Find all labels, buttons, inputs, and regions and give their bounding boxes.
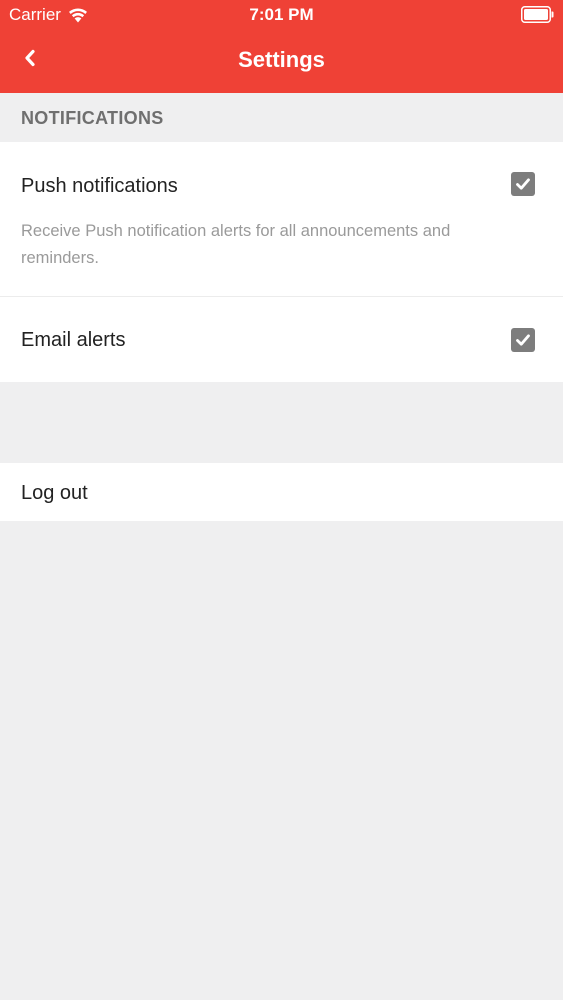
nav-bar: Settings [0,30,563,93]
checkmark-icon [516,178,530,190]
checkmark-icon [516,334,530,346]
email-alerts-label: Email alerts [21,329,126,351]
email-alerts-row[interactable]: Email alerts [0,297,563,382]
page-title: Settings [238,47,325,72]
header: Carrier 7:01 PM Settings [0,0,563,93]
notifications-section-header: NOTIFICATIONS [0,93,563,142]
push-notifications-label: Push notifications [21,175,178,197]
push-notifications-checkbox[interactable] [511,172,535,196]
battery-icon [521,6,554,23]
status-bar: Carrier 7:01 PM [0,0,563,30]
push-notifications-row[interactable]: Push notifications Receive Push notifica… [0,142,563,296]
email-alerts-checkbox[interactable] [511,328,535,352]
section-title: NOTIFICATIONS [21,108,164,128]
logout-label: Log out [21,482,88,504]
push-notifications-description: Receive Push notification alerts for all… [21,222,451,267]
status-time: 7:01 PM [249,5,314,24]
logout-button[interactable]: Log out [0,463,563,521]
